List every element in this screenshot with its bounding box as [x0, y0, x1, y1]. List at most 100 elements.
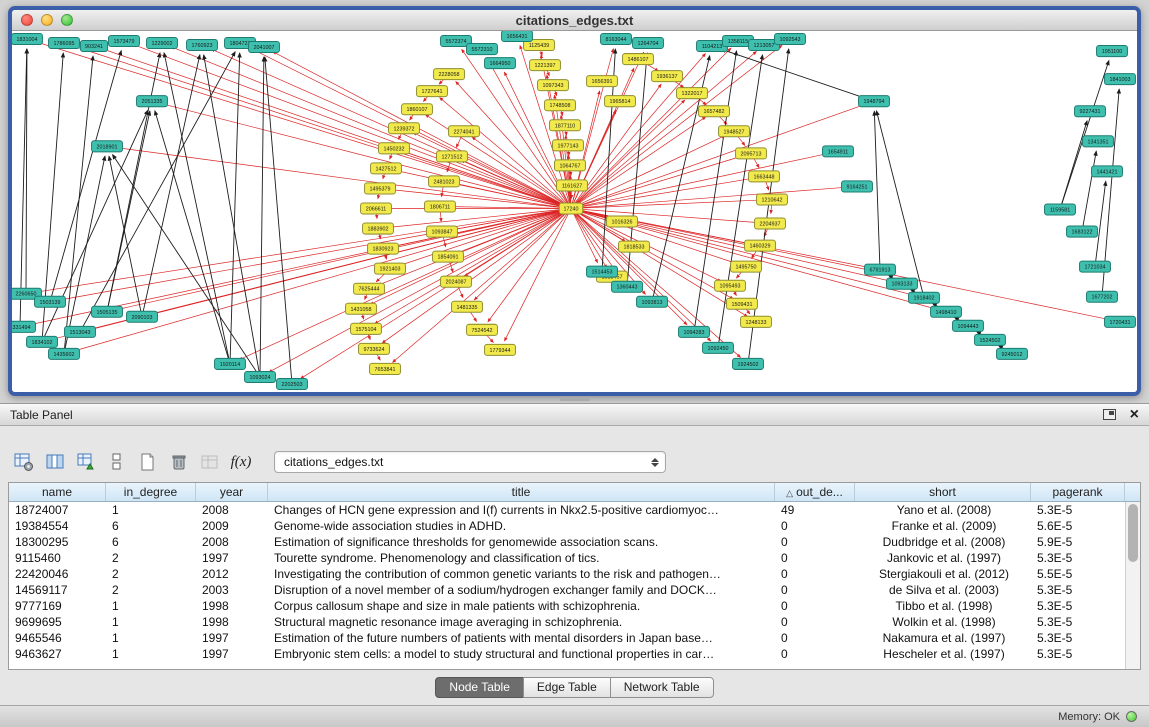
delete-column-icon[interactable] — [167, 451, 191, 473]
graph-node[interactable]: 1481335 — [452, 301, 483, 312]
table-mode-icon[interactable] — [12, 451, 36, 473]
tab-edge-table[interactable]: Edge Table — [523, 677, 611, 698]
graph-node[interactable]: 1806711 — [425, 201, 456, 212]
tab-node-table[interactable]: Node Table — [435, 677, 524, 698]
graph-node[interactable]: 2202503 — [277, 378, 308, 389]
graph-node[interactable]: 1094283 — [679, 326, 710, 337]
graph-node[interactable]: 1092543 — [775, 34, 806, 45]
graph-node[interactable]: 1748508 — [545, 100, 576, 111]
graph-node[interactable]: 1360443 — [612, 281, 643, 292]
graph-node[interactable]: 1575104 — [351, 323, 382, 334]
column-header-in-degree[interactable]: in_degree — [106, 483, 196, 501]
graph-node[interactable]: 1977143 — [553, 140, 584, 151]
graph-node[interactable]: 7653841 — [370, 363, 401, 374]
citation-network-graph[interactable]: 1724011254391221397109734317485081877110… — [12, 31, 1137, 392]
tab-network-table[interactable]: Network Table — [610, 677, 714, 698]
graph-node[interactable]: 2024087 — [441, 276, 472, 287]
column-header-title[interactable]: title — [268, 483, 775, 501]
graph-node[interactable]: 1760923 — [187, 40, 218, 51]
table-row[interactable]: 946554611997Estimation of the future num… — [9, 630, 1125, 646]
table-row[interactable]: 946362711997Embryonic stem cells: a mode… — [9, 646, 1125, 662]
graph-node[interactable]: 1341351 — [1083, 136, 1114, 147]
graph-node[interactable]: 1498410 — [931, 306, 962, 317]
graph-node[interactable]: 1657482 — [699, 106, 730, 117]
graph-node[interactable]: 1514453 — [587, 266, 618, 277]
graph-node[interactable]: 9227431 — [1075, 106, 1106, 117]
graph-node[interactable]: 1159581 — [1045, 204, 1076, 215]
graph-node[interactable]: 1936137 — [652, 71, 683, 82]
graph-node[interactable]: 1093813 — [637, 296, 668, 307]
graph-node[interactable]: 903241 — [80, 41, 107, 52]
graph-node[interactable]: 1271512 — [437, 151, 468, 162]
graph-node[interactable]: 9245012 — [997, 348, 1028, 359]
graph-node[interactable]: 1441421 — [1092, 166, 1123, 177]
graph-node[interactable]: 1883902 — [363, 223, 394, 234]
graph-node[interactable]: 2274041 — [449, 126, 480, 137]
graph-node[interactable]: 2090103 — [127, 311, 158, 322]
graph-node[interactable]: 5572310 — [467, 44, 498, 55]
new-column-icon[interactable] — [136, 451, 160, 473]
table-row[interactable]: 977716911998Corpus callosum shape and si… — [9, 598, 1125, 614]
row-height-icon[interactable] — [105, 451, 129, 473]
graph-node[interactable]: 2066611 — [361, 203, 392, 214]
graph-node[interactable]: 1573479 — [109, 36, 140, 47]
graph-node[interactable]: 1239372 — [389, 123, 420, 134]
graph-node[interactable]: 1229002 — [147, 38, 178, 49]
table-row[interactable]: 1872400712008Changes of HCN gene express… — [9, 502, 1125, 518]
graph-node[interactable]: 1918402 — [909, 292, 940, 303]
graph-node[interactable]: 1322017 — [677, 88, 708, 99]
table-row[interactable]: 911546021997Tourette syndrome. Phenomeno… — [9, 550, 1125, 566]
vertical-scrollbar[interactable] — [1125, 502, 1140, 669]
graph-node[interactable]: 1818533 — [619, 241, 650, 252]
graph-node[interactable]: 1431058 — [346, 303, 377, 314]
graph-node[interactable]: 1064767 — [555, 160, 586, 171]
graph-node[interactable]: 17240 — [559, 203, 583, 214]
table-row[interactable]: 969969511998Structural magnetic resonanc… — [9, 614, 1125, 630]
graph-node[interactable]: 1093847 — [427, 226, 458, 237]
graph-node[interactable]: 1654911 — [823, 146, 854, 157]
graph-node[interactable]: 1830923 — [368, 243, 399, 254]
graph-node[interactable]: 1860107 — [402, 104, 433, 115]
graph-node[interactable]: 1779344 — [485, 344, 516, 355]
graph-node[interactable]: 1427512 — [371, 163, 402, 174]
close-panel-icon[interactable]: × — [1130, 408, 1139, 422]
import-table-icon[interactable] — [74, 451, 98, 473]
window-titlebar[interactable]: citations_edges.txt — [12, 10, 1137, 31]
graph-node[interactable]: 1656391 — [587, 76, 618, 87]
graph-node[interactable]: 1920114 — [215, 358, 246, 369]
graph-node[interactable]: 1161627 — [557, 180, 588, 191]
graph-node[interactable]: 1834102 — [27, 336, 58, 347]
graph-node[interactable]: 1435602 — [49, 348, 80, 359]
graph-node[interactable]: 1221397 — [530, 60, 561, 71]
float-panel-icon[interactable] — [1103, 409, 1116, 420]
graph-node[interactable]: 1677202 — [1087, 291, 1118, 302]
graph-node[interactable]: 1524502 — [975, 334, 1006, 345]
graph-node[interactable]: 1513043 — [65, 326, 96, 337]
graph-node[interactable]: 1495379 — [365, 183, 396, 194]
graph-node[interactable]: 1503139 — [35, 296, 66, 307]
graph-node[interactable]: 9164251 — [842, 181, 873, 192]
graph-node[interactable]: 1965814 — [605, 96, 636, 107]
graph-node[interactable]: 1683122 — [1067, 226, 1098, 237]
graph-node[interactable]: 2204937 — [755, 218, 786, 229]
graph-node[interactable]: 1877110 — [550, 120, 581, 131]
graph-node[interactable]: 1093024 — [245, 371, 276, 382]
graph-node[interactable]: 1460329 — [745, 240, 776, 251]
graph-node[interactable]: 1948527 — [719, 126, 750, 137]
delete-table-icon[interactable] — [198, 451, 222, 473]
table-row[interactable]: 1456911722003Disruption of a novel membe… — [9, 582, 1125, 598]
graph-node[interactable]: 1841003 — [1105, 74, 1136, 85]
graph-node[interactable]: 1951100 — [1097, 46, 1128, 57]
graph-node[interactable]: 1720431 — [1105, 316, 1136, 327]
graph-node[interactable]: 1331494 — [12, 321, 35, 332]
column-header-year[interactable]: year — [196, 483, 268, 501]
graph-node[interactable]: 1264704 — [633, 38, 664, 49]
graph-node[interactable]: 7524542 — [467, 324, 498, 335]
scrollbar-thumb[interactable] — [1128, 504, 1138, 562]
memory-status-icon[interactable] — [1126, 711, 1137, 722]
table-source-select[interactable]: citations_edges.txt — [274, 451, 666, 473]
panel-splitter[interactable] — [0, 396, 1149, 403]
graph-node[interactable]: 1663448 — [749, 171, 780, 182]
column-header-name[interactable]: name — [9, 483, 106, 501]
graph-node[interactable]: 2051335 — [137, 96, 168, 107]
